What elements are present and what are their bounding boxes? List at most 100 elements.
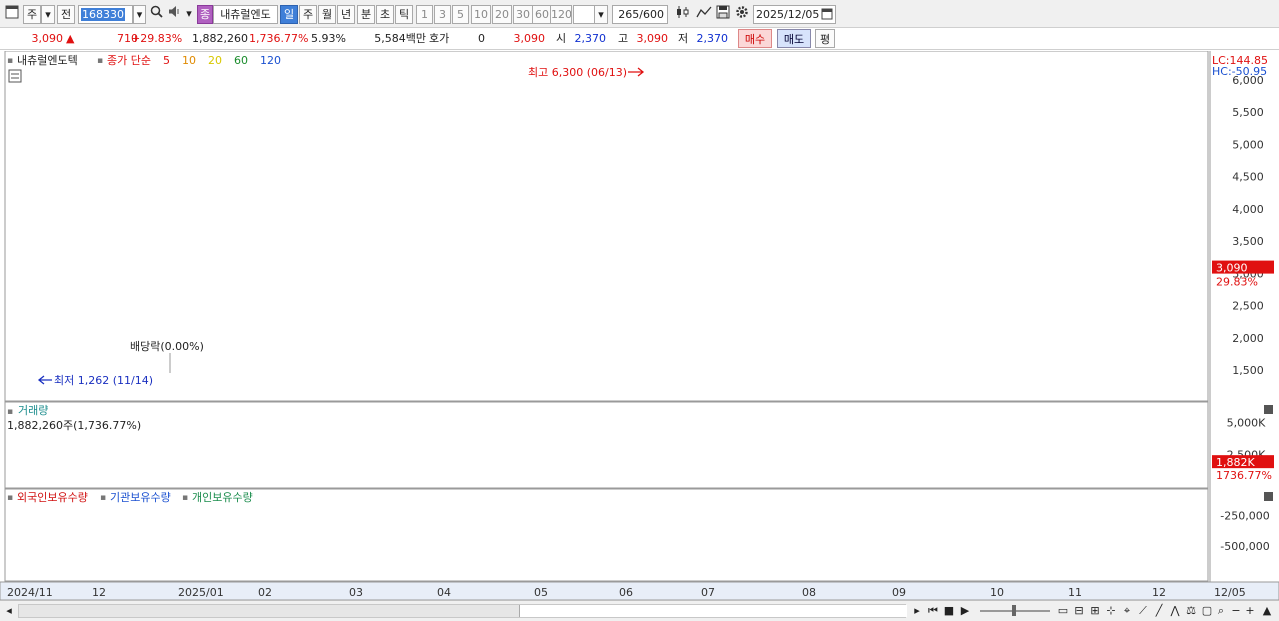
speaker-dropdown[interactable]: ▾	[183, 5, 195, 24]
step-120-button[interactable]: 120	[550, 5, 572, 24]
scroll-track[interactable]	[18, 604, 907, 618]
cursor-icon[interactable]: ⌖	[1120, 603, 1134, 619]
period-week-tab[interactable]: 주	[299, 5, 317, 24]
turnover-percent: 5.93%	[311, 32, 346, 45]
zoom-in-icon[interactable]: +	[1244, 603, 1256, 619]
x-axis-label: 03	[349, 586, 363, 599]
prev-button[interactable]: 전	[57, 5, 75, 24]
x-axis-label: 09	[892, 586, 906, 599]
date-input[interactable]: 2025/12/05	[753, 5, 836, 24]
window-icon[interactable]	[3, 5, 21, 24]
period-type-dropdown[interactable]: ▾	[41, 5, 55, 24]
stock-code-input[interactable]: 168330	[78, 5, 133, 24]
current-price: 3,090	[31, 32, 64, 45]
save-icon[interactable]	[714, 5, 732, 24]
eval-button[interactable]: 평	[815, 29, 835, 48]
x-axis-label: 05	[534, 586, 548, 599]
panel-2-frame	[4, 401, 1209, 489]
top-toolbar: 주 ▾ 전 168330 ▾ ▾ 종 내츄럴엔도 일 주 월 년 분 초 틱 1…	[0, 0, 1279, 28]
price-axis-label: 5,500	[1232, 106, 1264, 119]
x-axis-label: 06	[619, 586, 633, 599]
scroll-thumb[interactable]	[519, 605, 907, 617]
step-5-button[interactable]: 5	[452, 5, 469, 24]
zoom-icon[interactable]: ⌕	[1214, 603, 1228, 619]
layout-icon[interactable]: ▭	[1056, 603, 1070, 619]
stock-chart[interactable]: 2024/11 12 2025/01 02 03 04 05 06 07 08 09 10 11 12 12…	[0, 51, 1279, 600]
crosshair-icon[interactable]: ⊹	[1104, 603, 1118, 619]
ma-title: 종가 단순	[107, 54, 151, 67]
holding-legend-label: 개인보유수량	[192, 491, 253, 504]
price-axis-label: 5,000	[1232, 138, 1264, 151]
speed-slider[interactable]	[980, 605, 1050, 616]
open-label: 시	[556, 32, 567, 45]
period-year-tab[interactable]: 년	[337, 5, 355, 24]
step-30-button[interactable]: 30	[513, 5, 533, 24]
search-icon[interactable]	[148, 5, 164, 24]
step-3-button[interactable]: 3	[434, 5, 451, 24]
speaker-icon[interactable]	[166, 5, 182, 24]
x-axis-label: 12	[1152, 586, 1166, 599]
chart-icon[interactable]: ⊞	[1088, 603, 1102, 619]
x-axis-label: 07	[701, 586, 715, 599]
period-type-select[interactable]: 주	[23, 5, 41, 24]
stop-icon[interactable]: ■	[942, 603, 956, 619]
stock-name: 내츄럴엔도	[213, 5, 278, 24]
play-icon[interactable]: ▶	[958, 603, 972, 619]
zoom-out-icon[interactable]: −	[1230, 603, 1242, 619]
sell-button[interactable]: 매도	[777, 29, 811, 48]
x-axis-label: 11	[1068, 586, 1082, 599]
panel-close-icon[interactable]	[1264, 492, 1273, 501]
period-day-tab[interactable]: 일	[280, 5, 298, 24]
high-price: 3,090	[636, 32, 669, 45]
x-axis-label: 2024/11	[7, 586, 53, 599]
price-tag: 3,090	[1216, 262, 1248, 275]
calendar-icon[interactable]	[821, 7, 833, 23]
quote-bar: 3,090 ▲ 710 +29.83% 1,882,260 1,736.77% …	[0, 28, 1279, 50]
hc-label: HC:-50.95	[1212, 65, 1267, 78]
trend-icon[interactable]: ⟋	[1136, 603, 1150, 619]
open-price: 2,370	[574, 32, 607, 45]
rewind-icon[interactable]: ⏮	[926, 603, 940, 619]
step-1-button[interactable]: 1	[416, 5, 433, 24]
label-marker-icon: ▪	[7, 493, 13, 503]
expand-icon[interactable]: ▲	[1260, 603, 1274, 619]
step-20-button[interactable]: 20	[492, 5, 512, 24]
mountain-icon[interactable]: ⋀	[1168, 603, 1182, 619]
step-60-button[interactable]: 60	[532, 5, 552, 24]
buy-button[interactable]: 매수	[738, 29, 772, 48]
calculator-icon[interactable]	[8, 69, 22, 83]
price-axis-label: 2,500	[1232, 300, 1264, 313]
custom-step-dropdown[interactable]: ▾	[594, 5, 608, 24]
period-tick-tab[interactable]: 틱	[395, 5, 413, 24]
drawing-icon[interactable]	[695, 5, 713, 24]
split-icon[interactable]: ⊟	[1072, 603, 1086, 619]
stock-code-dropdown[interactable]: ▾	[133, 5, 146, 24]
settings-icon[interactable]	[733, 5, 751, 24]
x-axis-label: 08	[802, 586, 816, 599]
scroll-right-icon[interactable]: ▸	[910, 603, 924, 619]
ma-period-label: 60	[234, 54, 248, 67]
volume-percent: 1,736.77%	[249, 32, 309, 45]
hoga-value: 0	[478, 32, 485, 45]
holding-axis-label: -250,000	[1220, 509, 1269, 522]
price-axis-label: 1,500	[1232, 364, 1264, 377]
chart-type-icon[interactable]	[673, 5, 693, 24]
panel-close-icon[interactable]	[1264, 405, 1273, 414]
bar-count-input[interactable]: 265/600	[612, 5, 668, 24]
ma-period-label: 10	[182, 54, 196, 67]
period-second-tab[interactable]: 초	[376, 5, 394, 24]
compare-icon[interactable]: ⚖	[1184, 603, 1198, 619]
window-icon-2[interactable]: ▢	[1200, 603, 1214, 619]
x-axis-label: 12/05	[1214, 586, 1246, 599]
scroll-left-icon[interactable]: ◂	[2, 603, 16, 619]
period-minute-tab[interactable]: 분	[357, 5, 375, 24]
label-marker-icon: ▪	[182, 493, 188, 503]
step-10-button[interactable]: 10	[471, 5, 491, 24]
period-month-tab[interactable]: 월	[318, 5, 336, 24]
stock-badge: 종	[197, 5, 213, 24]
change-percent: +29.83%	[131, 32, 183, 45]
line-icon[interactable]: ╱	[1152, 603, 1166, 619]
x-axis-label: 04	[437, 586, 451, 599]
volume-title: 거래량	[18, 404, 48, 417]
bottom-scrollbar: ◂ ▸ ⏮ ■ ▶ ▭ ⊟ ⊞ ⊹ ⌖ ⟋ ╱ ⋀ ⚖ ▢ ⌕ − + ▲	[0, 600, 1279, 621]
